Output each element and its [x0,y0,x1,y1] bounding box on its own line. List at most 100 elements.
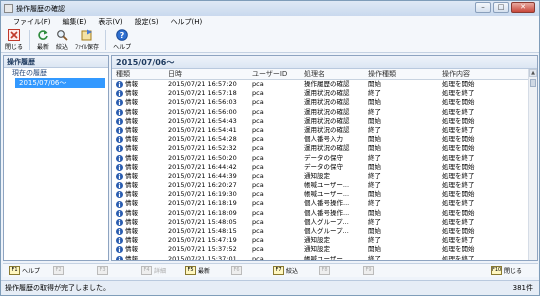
row-operation-type: 開始 [368,208,381,217]
fkey-f10[interactable]: F10 閉じる [491,266,522,275]
table-row[interactable]: i 情報 2015/07/21 15:48:05 pca 個人グループ... 終了 処理を終… [112,218,537,227]
row-process-name: データの保守 [304,153,343,162]
row-user-id: pca [252,190,264,199]
row-type: i 情報 [116,108,138,117]
close-window-button[interactable]: ✕ [511,2,535,13]
fkey-f9: F9 [363,266,376,275]
row-type: i 情報 [116,144,138,153]
menu-file[interactable]: ファイル(F) [1,17,57,27]
fkey-badge: F5 [185,266,196,275]
table-row[interactable]: i 情報 2015/07/21 16:57:18 pca 運用状況の確認 終了 処理を終了 [112,89,537,98]
fkey-badge: F8 [319,266,330,275]
vertical-scrollbar[interactable]: ▲ [528,69,537,260]
table-row[interactable]: i 情報 2015/07/21 16:57:20 pca 操作履歴の確認 開始 処理を開始 [112,80,537,89]
table-row[interactable]: i 情報 2015/07/21 16:20:27 pca 帳喊ユーザー... 終了 処理を終… [112,181,537,190]
fkey-label: 絞込 [286,268,299,275]
row-process-name: 帳喊ユーザー... [304,181,350,190]
row-operation-detail: 処理を開始 [442,116,475,125]
menu-view[interactable]: 表示(V) [92,17,128,27]
row-operation-detail: 処理を終了 [442,181,475,190]
table-row[interactable]: i 情報 2015/07/21 16:56:00 pca 運用状況の確認 終了 処理を終了 [112,108,537,117]
menu-edit[interactable]: 編集(E) [57,17,93,27]
table-row[interactable]: i 情報 2015/07/21 16:18:19 pca 個人番号操作... 終了 処理を終… [112,199,537,209]
row-type-label: 情報 [125,98,138,107]
row-process-name: データの保守 [304,162,343,171]
close-button-label: 閉じる [5,44,24,51]
row-datetime: 2015/07/21 16:52:32 [168,144,237,153]
table-body: i 情報 2015/07/21 16:57:20 pca 操作履歴の確認 開始 処理を開始 i… [112,80,537,261]
help-button[interactable]: ? ヘルプ [110,28,134,51]
row-type-label: 情報 [125,162,138,171]
tree-item-current-history[interactable]: 現在の履歴 [4,68,108,78]
filter-button[interactable]: 絞込 [53,28,71,51]
row-type-label: 情報 [125,135,138,144]
row-user-id: pca [252,208,264,217]
table-row[interactable]: i 情報 2015/07/21 15:37:01 pca 帳喊ユーザー... 終了 処理を終… [112,254,537,261]
row-operation-type: 終了 [368,199,381,208]
row-operation-type: 終了 [368,89,381,98]
row-type: i 情報 [116,126,138,135]
table-row[interactable]: i 情報 2015/07/21 16:44:42 pca データの保守 開始 処理を開始 [112,163,537,172]
save-file-button[interactable]: ﾌｧｲﾙ保存 [72,28,102,51]
fkey-f1[interactable]: F1 ヘルプ [9,266,40,275]
table-row[interactable]: i 情報 2015/07/21 16:54:41 pca 運用状況の確認 終了 処理を終了 [112,126,537,135]
table-row[interactable]: i 情報 2015/07/21 16:54:43 pca 運用状況の確認 開始 処理を開始 [112,117,537,126]
info-icon: i [116,228,123,236]
status-bar: 操作履歴の取得が完了しました。 381件 [1,280,539,295]
table-row[interactable]: i 情報 2015/07/21 16:18:09 pca 個人番号操作... 開始 処理を開… [112,209,537,218]
scroll-up-icon[interactable]: ▲ [529,69,537,77]
column-header-operation-type[interactable]: 操作種類 [368,69,396,80]
tree-item-2015-07-06[interactable]: 2015/07/06～ [15,78,105,88]
row-type-label: 情報 [125,80,138,88]
column-header-type[interactable]: 種類 [116,69,130,80]
row-datetime: 2015/07/21 16:20:27 [168,181,237,190]
table-row[interactable]: i 情報 2015/07/21 16:56:03 pca 運用状況の確認 開始 処理を開始 [112,98,537,107]
refresh-button[interactable]: 最新 [34,28,52,51]
row-type-label: 情報 [125,254,138,261]
row-user-id: pca [252,236,264,245]
info-icon: i [116,209,123,218]
close-button[interactable]: 閉じる [2,28,26,51]
info-icon: i [116,255,123,260]
table-row[interactable]: i 情報 2015/07/21 16:54:28 pca 個人番号入力 開始 処理を開始 [112,135,537,144]
info-icon: i [116,90,123,98]
row-type-label: 情報 [125,107,138,116]
row-user-id: pca [252,98,264,107]
row-operation-detail: 処理を終了 [442,89,475,98]
info-icon: i [116,172,123,181]
row-operation-detail: 処理を開始 [442,80,475,88]
row-user-id: pca [252,254,264,261]
row-operation-type: 開始 [368,116,381,125]
row-user-id: pca [252,107,264,116]
info-icon: i [116,145,123,153]
fkey-f5[interactable]: F5 最新 [185,266,210,275]
row-process-name: 通知設定 [304,171,330,180]
svg-text:?: ? [120,31,125,40]
minimize-button[interactable]: – [475,2,491,13]
menu-settings[interactable]: 設定(S) [129,17,165,27]
maximize-button[interactable]: □ [493,2,509,13]
row-operation-detail: 処理を終了 [442,125,475,134]
row-user-id: pca [252,144,264,153]
fkey-f7[interactable]: F7 絞込 [273,266,298,275]
table-row[interactable]: i 情報 2015/07/21 15:48:15 pca 個人グループ... 開始 処理を開… [112,227,537,236]
column-header-user-id[interactable]: ユーザーID [252,69,287,80]
table-row[interactable]: i 情報 2015/07/21 15:47:19 pca 通知設定 終了 処理を終了 [112,236,537,245]
scrollbar-thumb[interactable] [530,79,536,87]
row-operation-type: 開始 [368,135,381,144]
table-row[interactable]: i 情報 2015/07/21 15:37:52 pca 通知設定 開始 処理を開始 [112,245,537,254]
table-row[interactable]: i 情報 2015/07/21 16:50:20 pca データの保守 終了 処理を終了 [112,154,537,163]
table-row[interactable]: i 情報 2015/07/21 16:44:39 pca 通知設定 終了 処理を終了 [112,172,537,181]
column-header-process-name[interactable]: 処理名 [304,69,325,80]
menu-help[interactable]: ヘルプ(H) [165,17,209,27]
row-operation-type: 終了 [368,125,381,134]
row-operation-detail: 処理を終了 [442,254,475,261]
fkey-badge: F9 [363,266,374,275]
column-header-operation-detail[interactable]: 操作内容 [442,69,470,80]
row-operation-detail: 処理を終了 [442,153,475,162]
row-user-id: pca [252,135,264,144]
column-header-datetime[interactable]: 日時 [168,69,182,80]
table-row[interactable]: i 情報 2015/07/21 16:52:32 pca 運用状況の確認 開始 処理を開始 [112,144,537,153]
row-process-name: 運用状況の確認 [304,125,350,134]
fkey-label: ヘルプ [22,268,41,275]
